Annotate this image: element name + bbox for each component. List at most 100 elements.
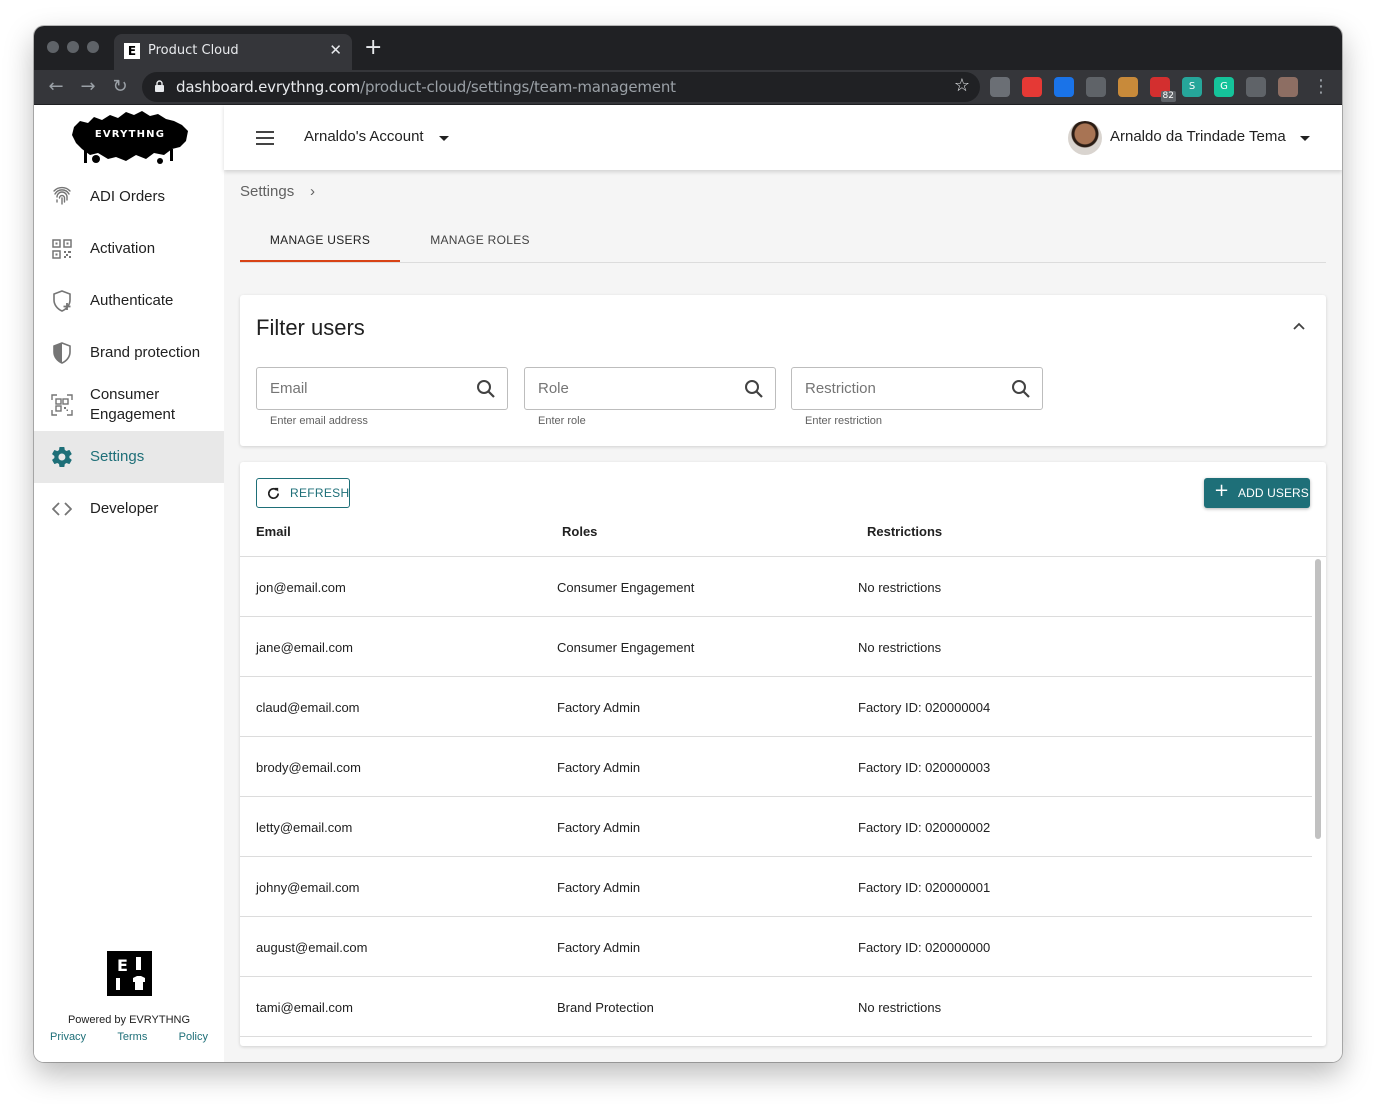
table-row[interactable]: august@email.com Factory Admin Factory ID:… xyxy=(240,917,1312,977)
qr-scan-icon xyxy=(51,394,73,416)
browser-tab[interactable]: E Product Cloud ✕ xyxy=(114,34,352,70)
browser-menu-icon[interactable]: ⋮ xyxy=(1310,76,1332,98)
forward-icon[interactable]: → xyxy=(77,76,99,98)
fingerprint-icon xyxy=(53,186,71,205)
search-icon[interactable] xyxy=(1011,379,1031,399)
breadcrumb[interactable]: Settings xyxy=(240,183,294,200)
extension-badge: 82 xyxy=(1160,91,1176,102)
user-dropdown-icon[interactable] xyxy=(1300,136,1310,141)
refresh-button[interactable]: REFRESH xyxy=(256,478,350,508)
cell-email: claud@email.com xyxy=(256,700,360,715)
new-tab-button[interactable]: + xyxy=(364,37,382,59)
cell-role: Factory Admin xyxy=(557,700,641,715)
terms-link[interactable]: Terms xyxy=(117,1031,147,1043)
cell-restriction: Factory ID: 020000002 xyxy=(858,820,991,835)
profile-extension-icon[interactable] xyxy=(1278,77,1298,97)
filter-card: Filter users Enter email address Enter r… xyxy=(240,295,1326,446)
restriction-field[interactable] xyxy=(791,367,1043,410)
table-row[interactable]: brody@email.com Factory Admin Factory ID: … xyxy=(240,737,1312,797)
add-icon: + xyxy=(1214,480,1230,501)
sidebar-item-adi-orders[interactable]: ADI Orders xyxy=(34,171,224,223)
table-row[interactable]: tami@email.com Brand Protection No restric… xyxy=(240,977,1312,1037)
table-row[interactable]: jane@email.com Consumer Engagement No rest… xyxy=(240,617,1312,677)
policy-link[interactable]: Policy xyxy=(179,1031,208,1043)
search-icon[interactable] xyxy=(476,379,496,399)
user-name[interactable]: Arnaldo da Trindade Tema xyxy=(1110,128,1286,145)
evrythng-logo[interactable]: EVRYTHNG xyxy=(68,109,192,167)
column-header-roles[interactable]: Roles xyxy=(562,524,597,539)
email-field[interactable] xyxy=(256,367,508,410)
cell-restriction: No restrictions xyxy=(858,1000,942,1015)
sidebar-item-activation[interactable]: Activation xyxy=(34,223,224,275)
shield-plus-icon xyxy=(53,290,71,312)
active-tab-indicator xyxy=(240,260,400,262)
zoom-window-dot[interactable] xyxy=(87,41,99,53)
gear-icon xyxy=(52,446,72,468)
address-bar[interactable]: dashboard.evrythng.com/product-cloud/set… xyxy=(142,72,980,102)
logo-text: EVRYTHNG xyxy=(95,129,165,140)
sidebar-item-label: Consumer Engagement xyxy=(90,386,176,423)
reload-icon[interactable]: ↻ xyxy=(109,76,131,98)
shield-extension-icon[interactable] xyxy=(1086,77,1106,97)
browser-toolbar: ← → ↻ dashboard.evrythng.com/product-clo… xyxy=(34,70,1342,105)
restriction-filter-input[interactable] xyxy=(792,368,1042,409)
tab-manage-users[interactable]: MANAGE USERS xyxy=(240,217,400,263)
account-name: Arnaldo's Account xyxy=(304,128,424,145)
column-header-email[interactable]: Email xyxy=(256,524,291,539)
menu-icon[interactable] xyxy=(256,131,274,145)
tabs: MANAGE USERS MANAGE ROLES xyxy=(240,217,1326,263)
back-icon[interactable]: ← xyxy=(45,76,67,98)
close-window-dot[interactable] xyxy=(47,41,59,53)
sidebar-item-developer[interactable]: Developer xyxy=(34,483,224,535)
tab-close-icon[interactable]: ✕ xyxy=(329,41,342,59)
role-field[interactable] xyxy=(524,367,776,410)
calendar-extension-icon[interactable]: 82 xyxy=(1150,77,1176,102)
cell-restriction: Factory ID: 020000003 xyxy=(858,760,991,775)
table-row[interactable]: claud@email.com Factory Admin Factory ID: … xyxy=(240,677,1312,737)
evrythng-footer-logo: E xyxy=(107,951,152,996)
cookie-extension-icon[interactable] xyxy=(1118,77,1138,97)
account-dropdown-icon[interactable] xyxy=(439,136,449,141)
privacy-link[interactable]: Privacy xyxy=(50,1031,86,1043)
sidebar-item-authenticate[interactable]: Authenticate xyxy=(34,275,224,327)
table-row[interactable]: letty@email.com Factory Admin Factory ID: … xyxy=(240,797,1312,857)
browser-window: E Product Cloud ✕ + ← → ↻ dashboard.evry… xyxy=(34,26,1342,1062)
cell-email: johny@email.com xyxy=(256,880,360,895)
role-filter-input[interactable] xyxy=(525,368,775,409)
bing-extension-icon[interactable] xyxy=(1054,77,1074,97)
puzzle-extension-icon[interactable] xyxy=(1246,77,1266,97)
url-host: dashboard.evrythng.com xyxy=(176,78,361,96)
search-icon[interactable] xyxy=(744,379,764,399)
cell-email: tami@email.com xyxy=(256,1000,353,1015)
tab-manage-roles[interactable]: MANAGE ROLES xyxy=(400,217,560,263)
sidebar-item-consumer-engagement[interactable]: Consumer Engagement xyxy=(34,379,224,431)
add-users-button[interactable]: + ADD USERS xyxy=(1204,478,1310,508)
table-body: jon@email.com Consumer Engagement No restr… xyxy=(240,557,1312,1041)
cell-role: Factory Admin xyxy=(557,940,641,955)
table-row[interactable]: johny@email.com Factory Admin Factory ID: … xyxy=(240,857,1312,917)
bookmark-star-icon[interactable]: ☆ xyxy=(954,75,970,96)
table-row[interactable]: jon@email.com Consumer Engagement No restr… xyxy=(240,557,1312,617)
cell-email: august@email.com xyxy=(256,940,368,955)
chevron-up-icon[interactable] xyxy=(1292,319,1306,333)
adblock-extension-icon[interactable] xyxy=(1022,77,1042,97)
minimize-window-dot[interactable] xyxy=(67,41,79,53)
sidebar-item-brand-protection[interactable]: Brand protection xyxy=(34,327,224,379)
tab-title: Product Cloud xyxy=(148,43,239,58)
grammarly-extension-icon[interactable]: G xyxy=(1214,77,1234,97)
scrollbar-thumb[interactable] xyxy=(1315,559,1321,839)
account-selector[interactable]: Arnaldo's Account xyxy=(304,128,424,145)
sidebar-item-label: Brand protection xyxy=(90,344,201,361)
shield-half-icon xyxy=(53,342,71,364)
column-header-restrictions[interactable]: Restrictions xyxy=(867,524,942,539)
mail-extension-icon[interactable] xyxy=(990,77,1010,97)
restriction-helper-text: Enter restriction xyxy=(805,415,883,427)
cell-restriction: No restrictions xyxy=(858,580,942,595)
email-filter-input[interactable] xyxy=(257,368,507,409)
table-scrollbar[interactable] xyxy=(1314,559,1322,1039)
add-users-label: ADD USERS xyxy=(1238,486,1309,500)
s-extension-icon[interactable]: S xyxy=(1182,77,1202,97)
cell-role: Factory Admin xyxy=(557,760,641,775)
sidebar-item-settings[interactable]: Settings xyxy=(34,431,224,483)
avatar[interactable] xyxy=(1068,121,1102,155)
